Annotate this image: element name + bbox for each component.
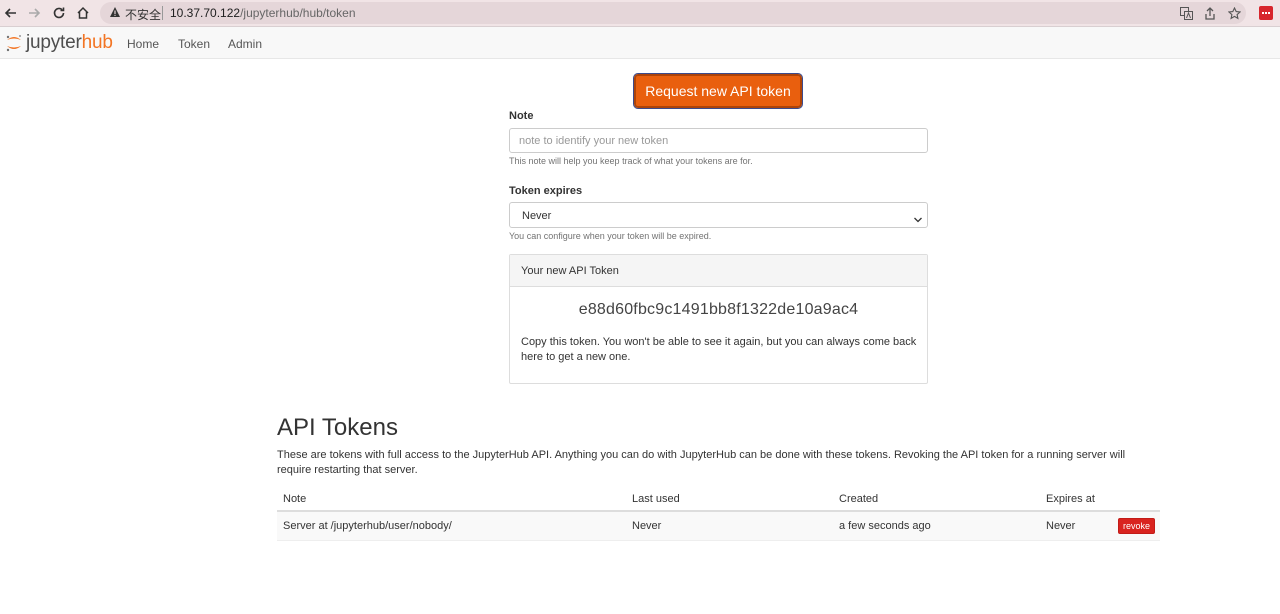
expires-cell: Never <box>1046 520 1076 532</box>
warning-icon <box>109 6 121 21</box>
note-label: Note <box>509 110 534 122</box>
note-input[interactable] <box>509 128 928 153</box>
nav-link-home[interactable]: Home <box>127 37 159 51</box>
nav-link-token[interactable]: Token <box>178 37 210 51</box>
new-token-panel: Your new API Token e88d60fbc9c1491bb8f13… <box>509 254 928 384</box>
home-icon[interactable] <box>74 4 92 22</box>
table-row: Server at /jupyterhub/user/nobody/ Never… <box>277 512 1160 541</box>
column-header-expires-at: Expires at <box>1046 493 1095 505</box>
back-icon[interactable] <box>2 4 20 22</box>
token-copy-note: Copy this token. You won't be able to se… <box>521 336 917 363</box>
logo-text-hub: hub <box>81 32 113 53</box>
share-icon[interactable] <box>1202 5 1218 21</box>
expires-selected-value: Never <box>522 210 552 222</box>
extension-icon[interactable] <box>1259 6 1273 20</box>
nav-link-admin[interactable]: Admin <box>228 37 262 51</box>
logo-text-jupyter: jupyter <box>26 32 82 53</box>
panel-heading: Your new API Token <box>510 255 927 287</box>
created-cell: a few seconds ago <box>839 520 931 532</box>
hub-navbar: jupyterhub Home Token Admin <box>0 27 1280 59</box>
api-tokens-table: Note Last used Created Expires at Server… <box>277 486 1160 541</box>
column-header-last-used: Last used <box>632 493 680 505</box>
browser-toolbar: 不安全 10.37.70.122/jupyterhub/hub/token <box>0 0 1280 27</box>
jupyter-logo-icon <box>6 35 21 52</box>
insecure-label[interactable]: 不安全 <box>125 6 161 23</box>
chevron-down-icon <box>913 212 923 227</box>
forward-icon[interactable] <box>25 4 43 22</box>
logo-text: jupyterhub <box>26 32 113 54</box>
revoke-button[interactable]: revoke <box>1118 518 1156 534</box>
table-header: Note Last used Created Expires at <box>277 486 1160 512</box>
divider <box>162 6 163 20</box>
api-tokens-description: These are tokens with full access to the… <box>277 449 1126 476</box>
column-header-created: Created <box>839 493 879 505</box>
column-header-note: Note <box>283 493 307 505</box>
url-host: 10.37.70.122 <box>170 6 241 20</box>
token-value[interactable]: e88d60fbc9c1491bb8f1322de10a9ac4 <box>510 301 927 319</box>
expires-label: Token expires <box>509 185 583 197</box>
request-token-button[interactable]: Request new API token <box>633 73 803 109</box>
translate-icon[interactable] <box>1178 5 1194 21</box>
expires-select[interactable]: Never <box>509 202 928 228</box>
last-used-cell: Never <box>632 520 662 532</box>
note-help-text: This note will help you keep track of wh… <box>509 156 753 166</box>
jupyterhub-logo[interactable]: jupyterhub <box>5 31 113 55</box>
api-tokens-heading: API Tokens <box>277 414 398 441</box>
url-path: /jupyterhub/hub/token <box>240 6 356 20</box>
expires-help-text: You can configure when your token will b… <box>509 231 712 241</box>
address-bar[interactable]: 不安全 10.37.70.122/jupyterhub/hub/token <box>100 2 1246 24</box>
url-text: 10.37.70.122/jupyterhub/hub/token <box>170 6 356 20</box>
bookmark-star-icon[interactable] <box>1226 5 1242 21</box>
reload-icon[interactable] <box>50 4 68 22</box>
token-note-cell: Server at /jupyterhub/user/nobody/ <box>283 520 452 532</box>
